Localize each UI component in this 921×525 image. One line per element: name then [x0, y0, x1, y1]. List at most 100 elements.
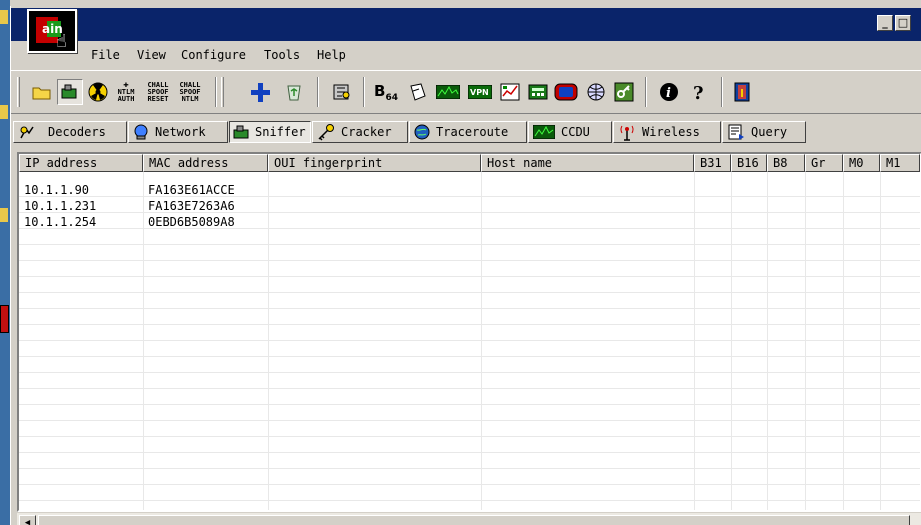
start-arp-poisoning-button[interactable]	[85, 79, 111, 105]
grid-line	[19, 500, 920, 501]
desktop-icon[interactable]	[0, 208, 8, 222]
graph-monitor-icon	[436, 85, 460, 99]
column-header-b8[interactable]: B8	[767, 154, 805, 172]
mac-cell: FA163E61ACCE	[148, 183, 235, 197]
maximize-button[interactable]: □	[895, 15, 911, 31]
chart-tool-button[interactable]	[497, 79, 523, 105]
toolbar-separator	[645, 77, 647, 107]
table-row[interactable]: 10.1.1.90 FA163E61ACCE	[19, 182, 920, 198]
horizontal-scrollbar[interactable]: ◀	[17, 512, 921, 525]
menu-file[interactable]: File	[91, 48, 120, 62]
paper-note-icon	[410, 83, 426, 101]
menu-view[interactable]: View	[137, 48, 166, 62]
remove-button[interactable]	[281, 79, 307, 105]
chall-spoof-reset-button[interactable]: CHALL SPOOF RESET	[145, 79, 171, 105]
terminal-button[interactable]	[553, 79, 579, 105]
reset-label: RESET	[147, 94, 169, 103]
exit-button[interactable]	[729, 79, 755, 105]
network-globe-icon	[134, 124, 148, 140]
toolbar-grip[interactable]	[17, 77, 20, 107]
help-button[interactable]: ?	[686, 79, 712, 105]
ntlm-auth-button[interactable]: ✚ NTLM AUTH	[113, 79, 139, 105]
door-exit-icon	[734, 82, 750, 102]
svg-text:?: ?	[693, 83, 704, 102]
toolbar-separator	[215, 77, 217, 107]
sniffer-card-icon	[61, 84, 77, 99]
tab-traceroute[interactable]: Traceroute	[409, 121, 527, 143]
column-header-mac-address[interactable]: MAC address	[143, 154, 268, 172]
hand-cursor-icon: ☝	[56, 31, 67, 52]
add-button[interactable]	[247, 79, 273, 105]
desktop-app-icon[interactable]	[0, 305, 9, 333]
tab-sniffer[interactable]: Sniffer	[229, 121, 311, 143]
grid-line	[19, 484, 920, 485]
sniffer-card-icon	[233, 125, 249, 139]
grid-line	[19, 420, 920, 421]
tab-label: CCDU	[561, 125, 590, 139]
network-monitor-button[interactable]	[435, 79, 461, 105]
column-header-oui-fingerprint[interactable]: OUI fingerprint	[268, 154, 481, 172]
password-tool-button[interactable]	[611, 79, 637, 105]
column-header-m1[interactable]: M1	[880, 154, 920, 172]
tab-query[interactable]: Query	[722, 121, 806, 143]
ntlm-label: NTLM	[181, 94, 199, 103]
scroll-left-button[interactable]: ◀	[19, 515, 36, 525]
tab-ccdu[interactable]: CCDU	[528, 121, 612, 143]
calculator-button[interactable]	[525, 79, 551, 105]
wireless-scanner-button[interactable]	[583, 79, 609, 105]
tab-network[interactable]: Network	[128, 121, 228, 143]
mac-cell: FA163E7263A6	[148, 199, 235, 213]
config-icon	[333, 84, 350, 100]
ip-cell: 10.1.1.231	[24, 199, 97, 213]
open-folder-button[interactable]	[29, 79, 55, 105]
base64-button[interactable]: B64	[373, 79, 399, 105]
info-icon: i	[660, 83, 678, 101]
folder-icon	[32, 87, 51, 100]
grid-line	[19, 324, 920, 325]
tab-wireless[interactable]: Wireless	[613, 121, 721, 143]
question-mark-icon: ?	[693, 83, 704, 102]
title-bar[interactable]: _ □	[11, 6, 921, 41]
table-row[interactable]: 10.1.1.231 FA163E7263A6	[19, 198, 920, 214]
app-logo[interactable]: ain ☝	[27, 9, 77, 53]
chall-spoof-ntlm-icon: CHALL SPOOF NTLM	[179, 81, 200, 103]
vpn-button[interactable]: VPN	[467, 79, 493, 105]
column-header-gr[interactable]: Gr	[805, 154, 843, 172]
hash-calculator-button[interactable]	[405, 79, 431, 105]
ntlm-auth-icon: ✚ NTLM AUTH	[118, 81, 135, 103]
calculator-icon	[528, 84, 548, 100]
tab-decoders[interactable]: Decoders	[13, 121, 127, 143]
tab-bar: Decoders Network Sniffer Cracker Tracero…	[13, 119, 921, 145]
base64-icon: B64	[374, 82, 398, 103]
column-header-host-name[interactable]: Host name	[481, 154, 694, 172]
hosts-table[interactable]: IP address MAC address OUI fingerprint H…	[17, 152, 921, 512]
grid-line	[19, 452, 920, 453]
toolbar-grip[interactable]	[221, 77, 224, 107]
menu-configure[interactable]: Configure	[181, 48, 246, 62]
desktop-icon[interactable]	[0, 105, 8, 119]
scroll-thumb[interactable]	[38, 515, 910, 525]
grid-line	[19, 356, 920, 357]
chart-tool-icon	[500, 83, 520, 101]
table-row[interactable]: 10.1.1.254 0EBD6B5089A8	[19, 214, 920, 230]
grid-line	[19, 292, 920, 293]
grid-line	[19, 404, 920, 405]
tab-cracker[interactable]: Cracker	[312, 121, 408, 143]
chall-spoof-ntlm-button[interactable]: CHALL SPOOF NTLM	[177, 79, 203, 105]
configure-button[interactable]	[329, 79, 355, 105]
info-button[interactable]: i	[656, 79, 682, 105]
column-header-ip-address[interactable]: IP address	[19, 154, 143, 172]
globe-icon	[414, 124, 430, 140]
desktop-icon[interactable]	[0, 10, 8, 24]
menu-tools[interactable]: Tools	[264, 48, 300, 62]
globe-icon	[587, 83, 605, 101]
menu-bar: File View Configure Tools Help	[11, 43, 921, 67]
column-header-m0[interactable]: M0	[843, 154, 880, 172]
column-header-b16[interactable]: B16	[731, 154, 767, 172]
start-sniffer-button[interactable]	[57, 79, 83, 105]
menu-help[interactable]: Help	[317, 48, 346, 62]
plus-icon	[251, 83, 270, 102]
minimize-button[interactable]: _	[877, 15, 893, 31]
column-header-b31[interactable]: B31	[694, 154, 731, 172]
base64-b-label: B	[374, 81, 386, 100]
